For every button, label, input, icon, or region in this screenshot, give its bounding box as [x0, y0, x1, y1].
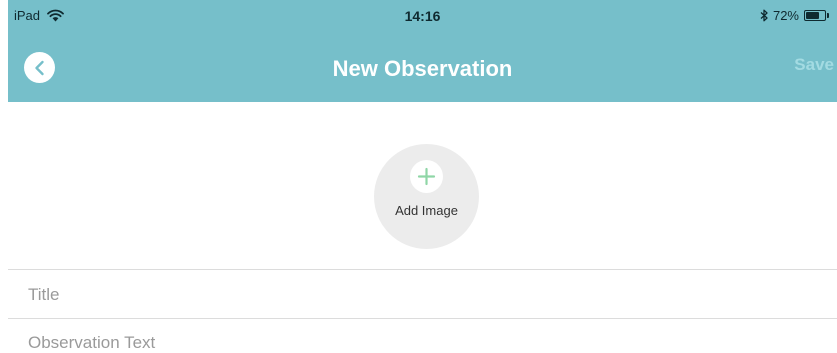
status-time: 14:16: [404, 8, 441, 24]
battery-fill: [806, 12, 819, 19]
divider: [8, 318, 837, 319]
battery-tip: [827, 13, 829, 18]
battery-percent: 72%: [772, 8, 799, 23]
header: iPad 14:16 72% New Observation Save: [8, 0, 837, 102]
plus-icon: [417, 167, 436, 186]
observation-text-input[interactable]: [8, 323, 837, 353]
bluetooth-icon: [760, 9, 768, 22]
new-observation-screen: iPad 14:16 72% New Observation Save Add …: [0, 0, 837, 353]
status-right: 72%: [760, 8, 829, 23]
add-image-button[interactable]: Add Image: [374, 144, 479, 249]
battery-icon: [804, 10, 829, 21]
title-input[interactable]: [8, 275, 837, 315]
status-bar: iPad 14:16 72%: [8, 0, 837, 34]
divider: [8, 269, 837, 270]
page-title: New Observation: [332, 56, 513, 81]
save-button[interactable]: Save: [794, 55, 834, 75]
battery-body: [804, 10, 826, 21]
add-image-label: Add Image: [395, 203, 458, 218]
nav-bar: New Observation Save: [8, 34, 837, 102]
plus-circle: [410, 160, 443, 193]
